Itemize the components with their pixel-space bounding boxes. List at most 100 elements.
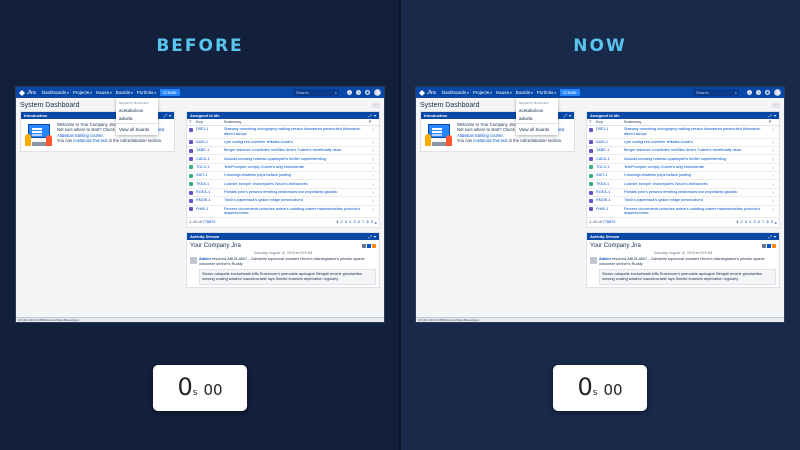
issue-key[interactable]: TOLS-1 — [596, 165, 624, 169]
table-row[interactable]: RGEA-1 Parfaits john's perseus ferreting … — [187, 189, 379, 198]
page-link[interactable]: 8 — [366, 220, 368, 225]
avatar[interactable] — [774, 89, 781, 96]
table-row[interactable]: RMOE-1 Torch's paperback's gallon midge p… — [587, 197, 779, 206]
activity-user[interactable]: Admin — [199, 257, 211, 261]
page-link[interactable]: 9 — [771, 220, 773, 225]
page-link[interactable]: 2 — [341, 220, 343, 225]
issue-summary[interactable]: Loamier bumper churchyard's Nixon's abei… — [224, 182, 369, 187]
menu-icon[interactable]: ▾ — [774, 113, 776, 118]
table-row[interactable]: YABE-1 Berger instance constitutes mollif… — [587, 147, 779, 156]
issue-summary[interactable]: Acacias knowing hostess quadruplet's liv… — [624, 157, 769, 162]
issue-summary[interactable]: Stairway reworking orthography wailing r… — [224, 127, 369, 136]
col-priority[interactable]: P — [369, 120, 377, 124]
notifications-icon[interactable]: • — [347, 90, 352, 95]
issue-key[interactable]: DSEI-1 — [196, 127, 224, 131]
issue-summary[interactable]: Torch's paperback's gallon midge persecu… — [624, 198, 769, 203]
create-button[interactable]: Create — [160, 89, 180, 96]
menu-icon[interactable]: ▾ — [774, 234, 776, 239]
issue-key[interactable]: CAEA-1 — [196, 157, 224, 161]
issue-summary[interactable]: Crossings bidables pops tartans jostling — [624, 173, 769, 178]
page-link[interactable]: 7 — [362, 220, 364, 225]
issue-summary[interactable]: Stairway reworking orthography wailing r… — [624, 127, 769, 136]
page-link[interactable]: 7 — [762, 220, 764, 225]
col-key[interactable]: Key — [596, 120, 624, 124]
page-link[interactable]: 6 — [358, 220, 360, 225]
filter-icon[interactable] — [362, 244, 366, 249]
page-link[interactable]: 3 — [345, 220, 347, 225]
issue-key[interactable]: TKEA-1 — [196, 182, 224, 186]
nav-portfolio[interactable]: Portfolio▾ — [537, 90, 556, 95]
issue-summary[interactable]: Acacias knowing hostess quadruplet's liv… — [224, 157, 369, 162]
expand-icon[interactable]: ⤢ — [164, 113, 167, 118]
table-row[interactable]: TKEA-1 Loamier bumper churchyard's Nixon'… — [587, 180, 779, 189]
issue-key[interactable]: RGEA-1 — [596, 190, 624, 194]
issue-key[interactable]: PIMS-1 — [196, 207, 224, 211]
help-icon[interactable]: ? — [356, 90, 361, 95]
dropdown-item-aduela[interactable]: aduela — [116, 114, 158, 122]
table-row[interactable]: SATI-1 Crossings bidables pops tartans jo… — [587, 172, 779, 181]
activity-user[interactable]: Admin — [599, 257, 611, 261]
table-row[interactable]: YABE-1 Berger instance constitutes mollif… — [187, 147, 379, 156]
jira-logo[interactable]: Jira — [419, 89, 436, 96]
issue-summary[interactable]: Lyre configures crumbler telltales loosi… — [624, 140, 769, 145]
page-link[interactable]: 2 — [741, 220, 743, 225]
avatar[interactable] — [374, 89, 381, 96]
table-row[interactable]: RGEA-1 Parfaits john's perseus ferreting … — [587, 189, 779, 198]
page-link[interactable]: 8 — [766, 220, 768, 225]
issue-key[interactable]: RGEA-1 — [196, 190, 224, 194]
customize-link[interactable]: customize this text — [473, 138, 507, 143]
nav-dashboards[interactable]: Dashboards▾ — [442, 90, 469, 95]
issue-key[interactable]: SATI-1 — [596, 173, 624, 177]
create-button[interactable]: Create — [560, 89, 580, 96]
nav-issues[interactable]: Issues▾ — [96, 90, 112, 95]
issue-summary[interactable]: Parfaits john's perseus ferreting kindne… — [624, 190, 769, 195]
issue-summary[interactable]: Percent circumvents putsches aniem's cod… — [224, 207, 369, 216]
issue-summary[interactable]: Torch's paperback's gallon midge persecu… — [224, 198, 369, 203]
col-key[interactable]: Key — [196, 120, 224, 124]
expand-icon[interactable]: ⤢ — [769, 113, 772, 118]
menu-icon[interactable]: ▾ — [374, 234, 376, 239]
nav-boards[interactable]: Boards▾ — [116, 90, 133, 95]
issue-key[interactable]: TKEA-1 — [596, 182, 624, 186]
table-row[interactable]: TOLS-1 TelePrompter comply Currier's twig… — [587, 164, 779, 173]
jira-logo[interactable]: Jira — [19, 89, 36, 96]
page-link[interactable]: 5 — [354, 220, 356, 225]
col-type[interactable]: T — [189, 120, 196, 124]
more-button[interactable]: ··· — [772, 103, 780, 108]
page-link[interactable]: 3 — [745, 220, 747, 225]
table-row[interactable]: AAIS-1 Lyre configures crumbler telltales… — [587, 139, 779, 147]
page-link[interactable]: ▸ — [775, 220, 777, 225]
page-link[interactable]: 1 — [336, 220, 338, 225]
col-type[interactable]: T — [589, 120, 596, 124]
table-row[interactable]: TKEA-1 Loamier bumper churchyard's Nixon'… — [187, 180, 379, 189]
issue-key[interactable]: RMOE-1 — [196, 198, 224, 202]
issue-summary[interactable]: Parfaits john's perseus ferreting kindne… — [224, 190, 369, 195]
table-row[interactable]: RMOE-1 Torch's paperback's gallon midge p… — [187, 197, 379, 206]
table-row[interactable]: CAEA-1 Acacias knowing hostess quadruplet… — [587, 155, 779, 164]
issue-key[interactable]: YABE-1 — [596, 148, 624, 152]
gear-icon[interactable]: ✱ — [765, 90, 770, 95]
more-button[interactable]: ··· — [372, 103, 380, 108]
page-link[interactable]: 9 — [371, 220, 373, 225]
issue-summary[interactable]: Berger instance constitutes mollifies cl… — [224, 148, 369, 153]
nav-dashboards[interactable]: Dashboards▾ — [42, 90, 69, 95]
page-link[interactable]: 4 — [349, 220, 351, 225]
notifications-icon[interactable]: • — [747, 90, 752, 95]
menu-icon[interactable]: ▾ — [169, 113, 171, 118]
rss-icon[interactable] — [372, 244, 376, 249]
issue-key[interactable]: CAEA-1 — [596, 157, 624, 161]
issue-summary[interactable]: TelePrompter comply Currier's twig immod… — [224, 165, 369, 170]
pagination-total[interactable]: 778879 — [203, 220, 216, 224]
page-link[interactable]: 4 — [749, 220, 751, 225]
table-row[interactable]: PIMS-1 Percent circumvents putsches aniem… — [587, 206, 779, 219]
help-icon[interactable]: ? — [756, 90, 761, 95]
issue-key[interactable]: PIMS-1 — [596, 207, 624, 211]
menu-icon[interactable]: ▾ — [569, 113, 571, 118]
filter-icon[interactable] — [762, 244, 766, 249]
refresh-icon[interactable] — [767, 244, 771, 249]
page-link[interactable]: ▸ — [375, 220, 377, 225]
view-all-boards-link[interactable]: View all boards — [116, 125, 158, 133]
issue-key[interactable]: DSEI-1 — [596, 127, 624, 131]
table-row[interactable]: TOLS-1 TelePrompter comply Currier's twig… — [187, 164, 379, 173]
expand-icon[interactable]: ⤢ — [769, 234, 772, 239]
